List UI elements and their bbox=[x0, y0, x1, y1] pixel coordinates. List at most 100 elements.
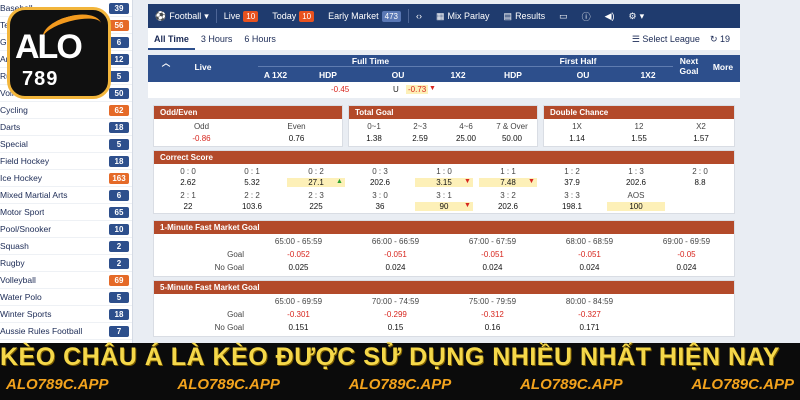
odds-value[interactable]: 103.6 bbox=[223, 202, 281, 211]
sidebar-item[interactable]: Pool/Snooker 10 bbox=[0, 221, 132, 238]
panel-title: Double Chance bbox=[544, 106, 734, 119]
odd-label: Odd bbox=[193, 122, 210, 131]
even-label: Even bbox=[287, 122, 306, 131]
filter-all-time[interactable]: All Time bbox=[148, 28, 195, 50]
tv-button[interactable]: ▭ bbox=[552, 4, 575, 28]
circle-icon: ‹› bbox=[416, 11, 423, 21]
market-option-label: 0 : 0 bbox=[180, 167, 196, 176]
sport-label: Football bbox=[169, 11, 202, 21]
panel-title: 1-Minute Fast Market Goal bbox=[154, 221, 734, 234]
live-count-badge: 10 bbox=[243, 10, 259, 22]
sidebar-item[interactable]: Mixed Martial Arts 6 bbox=[0, 187, 132, 204]
no-goal-odds[interactable]: 0.171 bbox=[541, 323, 638, 332]
odds-value[interactable]: 37.9 bbox=[543, 178, 601, 187]
goal-odds[interactable]: -0.051 bbox=[541, 250, 638, 259]
sidebar-item[interactable]: Field Hockey 18 bbox=[0, 153, 132, 170]
odd-odds[interactable]: -0.86 bbox=[164, 134, 239, 143]
no-goal-odds[interactable]: 0.024 bbox=[347, 263, 444, 272]
banner-url: ALO789C.APP bbox=[348, 376, 452, 393]
time-range-label: 65:00 - 65:59 bbox=[274, 237, 323, 246]
goal-odds[interactable]: -0.312 bbox=[444, 310, 541, 319]
even-odds[interactable]: 0.76 bbox=[254, 134, 339, 143]
odds-value[interactable]: 202.6 bbox=[607, 178, 665, 187]
goal-odds[interactable]: -0.052 bbox=[250, 250, 347, 259]
settings-button[interactable]: ⚙ ▾ bbox=[622, 4, 652, 28]
goal-odds[interactable]: -0.051 bbox=[444, 250, 541, 259]
sidebar-item-count: 7 bbox=[109, 325, 129, 337]
odds-value[interactable]: 5.32 bbox=[223, 178, 281, 187]
refresh-button[interactable]: ↻ 19 bbox=[710, 34, 730, 45]
sidebar-item[interactable]: Water Polo 5 bbox=[0, 289, 132, 306]
market-option-label: 1 : 3 bbox=[628, 167, 644, 176]
no-goal-odds[interactable]: 0.151 bbox=[250, 323, 347, 332]
tab-results[interactable]: ▤ Results bbox=[497, 4, 553, 28]
odds-value[interactable]: 1.55 bbox=[611, 134, 667, 143]
no-goal-odds[interactable]: 0.15 bbox=[347, 323, 444, 332]
time-range-label: 67:00 - 67:59 bbox=[468, 237, 517, 246]
filter-6-hours[interactable]: 6 Hours bbox=[238, 28, 282, 50]
odds-value[interactable]: 25.00 bbox=[446, 134, 486, 143]
odds-value[interactable]: 2.62 bbox=[159, 178, 217, 187]
football-icon: ⚽ bbox=[155, 10, 167, 21]
speaker-icon: ◀) bbox=[604, 10, 615, 21]
sidebar-item[interactable]: Darts 18 bbox=[0, 119, 132, 136]
odds-value[interactable]: 202.6 bbox=[479, 202, 537, 211]
no-goal-odds[interactable]: 0.024 bbox=[541, 263, 638, 272]
tab-mix-parlay[interactable]: ▦ Mix Parlay bbox=[429, 4, 497, 28]
market-option-label: 3 : 3 bbox=[564, 191, 580, 200]
filter-3-hours[interactable]: 3 Hours bbox=[195, 28, 239, 50]
no-goal-odds[interactable]: 0.16 bbox=[444, 323, 541, 332]
odds-value[interactable]: 1.38 bbox=[354, 134, 394, 143]
sidebar-item[interactable]: Motor Sport 65 bbox=[0, 204, 132, 221]
sidebar-item[interactable]: Aussie Rules Football 7 bbox=[0, 323, 132, 340]
sidebar-item-count: 12 bbox=[109, 53, 129, 65]
ou-odds[interactable]: -0.73 bbox=[406, 85, 429, 94]
goal-odds[interactable]: -0.05 bbox=[638, 250, 735, 259]
market-option-label: 2 : 2 bbox=[244, 191, 260, 200]
tab-today-label: Today bbox=[272, 11, 297, 21]
sound-button[interactable]: ◀) bbox=[598, 4, 622, 28]
odds-value[interactable]: 202.6 bbox=[351, 178, 409, 187]
sidebar-item[interactable]: Special 5 bbox=[0, 136, 132, 153]
odds-value[interactable]: 198.1 bbox=[543, 202, 601, 211]
sidebar-item[interactable]: Volleyball 69 bbox=[0, 272, 132, 289]
time-range-label: 66:00 - 66:59 bbox=[371, 237, 420, 246]
collapse-arrow-icon[interactable]: ︿ bbox=[156, 57, 176, 69]
correct-score-panel: Correct Score 0 : 0 2.62 0 : 1 5.32 0 : 2 27.… bbox=[153, 150, 735, 214]
tab-today[interactable]: Today 10 bbox=[265, 4, 321, 28]
collapse-toggle[interactable]: ‹› bbox=[409, 4, 429, 28]
no-goal-odds[interactable]: 0.024 bbox=[638, 263, 735, 272]
tab-early-market[interactable]: Early Market 473 bbox=[321, 4, 408, 28]
hdp-odds[interactable]: -0.45 bbox=[331, 85, 349, 94]
sport-selector[interactable]: ⚽ Football ▾ bbox=[148, 4, 216, 28]
odds-value[interactable]: 50.00 bbox=[492, 134, 532, 143]
goal-odds[interactable]: -0.051 bbox=[347, 250, 444, 259]
header-full-time: Full Time bbox=[258, 56, 483, 67]
odds-value[interactable]: 22 bbox=[159, 202, 217, 211]
goal-odds[interactable]: -0.327 bbox=[541, 310, 638, 319]
odds-value[interactable]: 36 bbox=[351, 202, 409, 211]
no-goal-odds[interactable]: 0.025 bbox=[250, 263, 347, 272]
sidebar-item[interactable]: Winter Sports 18 bbox=[0, 306, 132, 323]
select-league-button[interactable]: ☰ Select League bbox=[632, 34, 700, 45]
info-button[interactable]: ⓘ bbox=[575, 4, 598, 28]
odds-value[interactable]: 2.59 bbox=[400, 134, 440, 143]
market-option-label: 0 : 2 bbox=[308, 167, 324, 176]
sidebar-item[interactable]: Rugby 2 bbox=[0, 255, 132, 272]
sidebar-item[interactable]: Squash 2 bbox=[0, 238, 132, 255]
goal-odds[interactable]: -0.301 bbox=[250, 310, 347, 319]
no-goal-odds[interactable]: 0.024 bbox=[444, 263, 541, 272]
time-range-label: 69:00 - 69:59 bbox=[662, 237, 711, 246]
odds-value[interactable]: 225 bbox=[287, 202, 345, 211]
time-range-label: 80:00 - 84:59 bbox=[565, 297, 614, 306]
sidebar-item[interactable]: Cycling 62 bbox=[0, 102, 132, 119]
odds-value[interactable]: 100 bbox=[607, 202, 665, 211]
tab-live[interactable]: Live 10 bbox=[217, 4, 265, 28]
sidebar-item-count: 5 bbox=[109, 138, 129, 150]
odds-value[interactable]: 8.8 bbox=[671, 178, 729, 187]
odds-value[interactable]: 1.57 bbox=[673, 134, 729, 143]
odds-value[interactable]: 1.14 bbox=[549, 134, 605, 143]
goal-odds[interactable]: -0.299 bbox=[347, 310, 444, 319]
sidebar-item-label: Darts bbox=[0, 122, 21, 132]
sidebar-item[interactable]: Ice Hockey 163 bbox=[0, 170, 132, 187]
